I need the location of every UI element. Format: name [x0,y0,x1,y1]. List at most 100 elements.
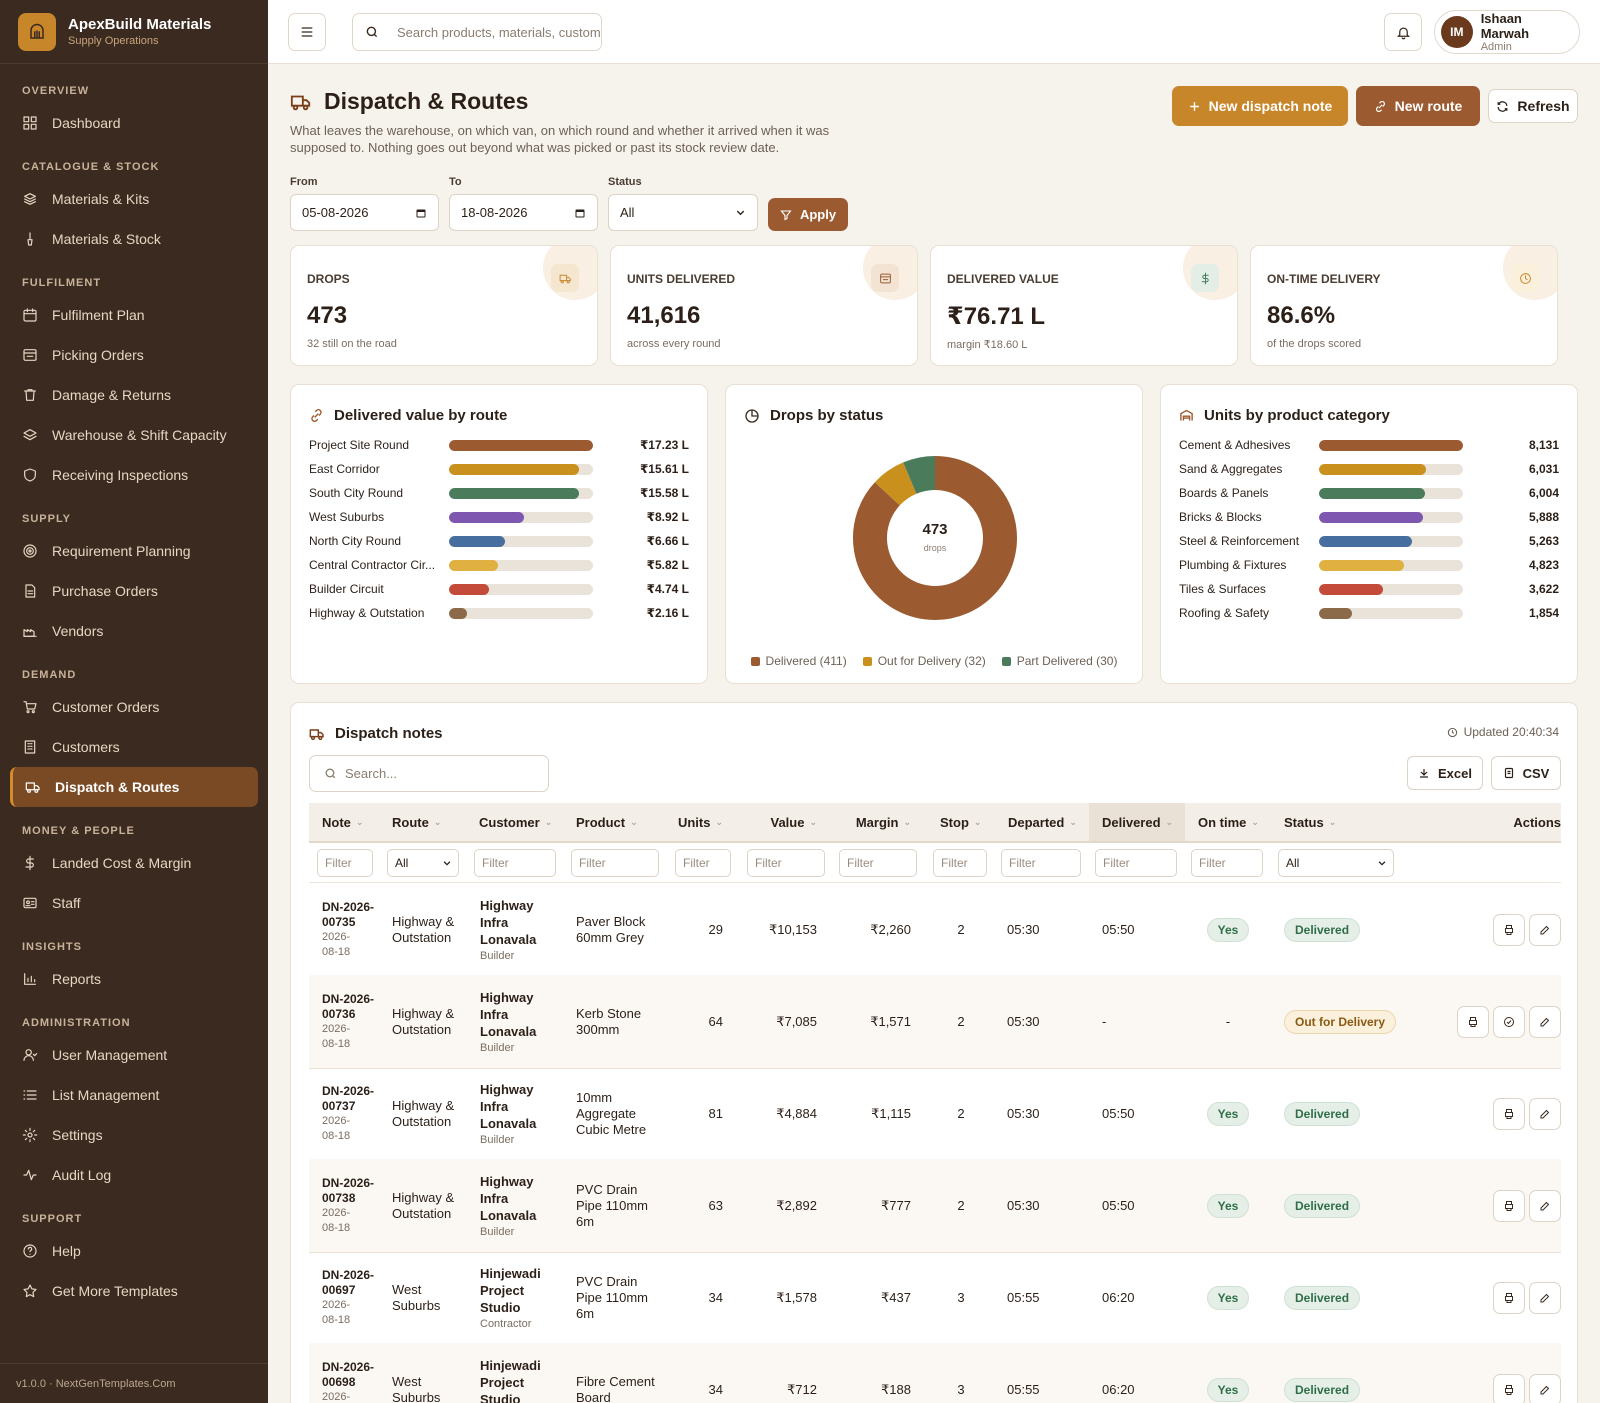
column-header-on-time[interactable]: On time ⌄ [1185,803,1271,841]
column-header-margin[interactable]: Margin ⌄ [833,803,927,841]
sidebar-item-user-management[interactable]: User Management [0,1035,258,1075]
building-icon [24,740,36,754]
edit-button[interactable] [1529,1098,1561,1130]
sidebar-item-audit-log[interactable]: Audit Log [0,1155,258,1195]
confirm-button[interactable] [1493,1006,1525,1038]
brand[interactable]: ApexBuild Materials Supply Operations [0,0,268,64]
sidebar-item-reports[interactable]: Reports [0,959,258,999]
sidebar-item-damage-returns[interactable]: Damage & Returns [0,375,258,415]
table-row[interactable]: DN-2026-006982026-08-18 West Suburbs Hinje… [309,1343,1561,1403]
global-search[interactable]: Search products, materials, customers [352,13,602,51]
column-header-note[interactable]: Note ⌄ [309,803,379,841]
sidebar-item-settings[interactable]: Settings [0,1115,258,1155]
sidebar-item-customer-orders[interactable]: Customer Orders [0,687,258,727]
sidebar-item-picking-orders[interactable]: Picking Orders [0,335,258,375]
print-button[interactable] [1493,1190,1525,1222]
print-button[interactable] [1493,1282,1525,1314]
apply-button[interactable]: Apply [768,198,848,231]
from-date-input[interactable]: 05-08-2026 [290,194,439,231]
sidebar-item-staff[interactable]: Staff [0,883,258,923]
edit-button[interactable] [1529,1006,1561,1038]
customer-name[interactable]: Highway Infra Lonavala [480,1173,552,1224]
edit-button[interactable] [1529,1190,1561,1222]
status-select[interactable]: All [608,194,758,231]
user-menu[interactable]: IM Ishaan Marwah Admin [1434,10,1580,54]
column-header-status[interactable]: Status ⌄ [1271,803,1421,841]
note-id[interactable]: DN-2026-00737 [322,1084,377,1114]
customer-name[interactable]: Highway Infra Lonavala [480,897,552,948]
bar-value: 5,263 [1528,534,1559,548]
sidebar-item-materials-kits[interactable]: Materials & Kits [0,179,258,219]
table-search-input[interactable]: Search... [309,755,549,792]
table-row[interactable]: DN-2026-00697 2026-08-18 West Suburbs Hinje… [309,1251,1561,1345]
edit-button[interactable] [1529,1374,1561,1403]
column-filter-select[interactable]: All [1278,849,1394,877]
print-button[interactable] [1493,1098,1525,1130]
calendar-icon[interactable] [415,207,427,219]
global-search-input[interactable]: Search products, materials, customers [397,25,601,40]
sidebar-item-customers[interactable]: Customers [0,727,258,767]
column-filter-input[interactable]: Filter [1191,849,1263,877]
sidebar-item-help[interactable]: Help [0,1231,258,1271]
refresh-button[interactable]: Refresh [1488,89,1578,123]
note-id[interactable]: DN-2026-00736 [322,992,377,1022]
new-route-button[interactable]: New route [1356,86,1480,126]
column-filter-select[interactable]: All [387,849,459,877]
column-filter-input[interactable]: Filter [571,849,659,877]
column-filter-input[interactable]: Filter [317,849,373,877]
export-csv-button[interactable]: CSV [1491,756,1561,790]
sidebar-item-dashboard[interactable]: Dashboard [0,103,258,143]
print-button[interactable] [1457,1006,1489,1038]
column-header-value[interactable]: Value ⌄ [739,803,833,841]
column-header-customer[interactable]: Customer ⌄ [466,803,562,841]
edit-button[interactable] [1529,914,1561,946]
notifications-button[interactable] [1384,13,1422,51]
column-header-product[interactable]: Product ⌄ [563,803,667,841]
column-filter-input[interactable]: Filter [675,849,731,877]
print-button[interactable] [1493,914,1525,946]
sidebar-item-vendors[interactable]: Vendors [0,611,258,651]
menu-toggle-button[interactable] [288,13,326,51]
table-row[interactable]: DN-2026-00736 2026-08-18 Highway & Outstat… [309,975,1561,1069]
table-row[interactable]: DN-2026-00737 2026-08-18 Highway & Outstat… [309,1067,1561,1161]
column-header-delivered[interactable]: Delivered ⌄ [1089,803,1185,841]
column-filter-input[interactable]: Filter [1001,849,1081,877]
sidebar-item-dispatch-routes[interactable]: Dispatch & Routes [10,767,258,807]
note-id[interactable]: DN-2026-00735 [322,900,377,930]
column-header-stop[interactable]: Stop ⌄ [927,803,995,841]
customer-name[interactable]: Highway Infra Lonavala [480,989,552,1040]
note-id[interactable]: DN-2026-00698 [322,1360,377,1390]
column-filter-input[interactable]: Filter [1095,849,1177,877]
sidebar-item-landed-cost-margin[interactable]: Landed Cost & Margin [0,843,258,883]
export-excel-button[interactable]: Excel [1407,756,1483,790]
column-filter-input[interactable]: Filter [747,849,825,877]
sidebar-item-purchase-orders[interactable]: Purchase Orders [0,571,258,611]
sidebar-item-list-management[interactable]: List Management [0,1075,258,1115]
customer-name[interactable]: Highway Infra Lonavala [480,1081,552,1132]
calendar-icon[interactable] [574,207,586,219]
note-id[interactable]: DN-2026-00697 [322,1268,377,1298]
customer-name[interactable]: Hinjewadi Project Studio [480,1357,552,1403]
sidebar-item-fulfilment-plan[interactable]: Fulfilment Plan [0,295,258,335]
column-header-route[interactable]: Route ⌄ [379,803,467,841]
to-date-input[interactable]: 18-08-2026 [449,194,598,231]
table-row[interactable]: DN-2026-00735 2026-08-18 Highway & Outstat… [309,883,1561,977]
new-dispatch-note-button[interactable]: New dispatch note [1172,86,1348,126]
column-header-units[interactable]: Units ⌄ [667,803,739,841]
sidebar-item-materials-stock[interactable]: Materials & Stock [0,219,258,259]
sidebar-item-get-more-templates[interactable]: Get More Templates [0,1271,258,1311]
sidebar-item-label: Materials & Kits [52,191,150,207]
column-header-actions[interactable]: Actions [1421,803,1561,841]
note-id[interactable]: DN-2026-00738 [322,1176,377,1206]
sidebar-item-requirement-planning[interactable]: Requirement Planning [0,531,258,571]
column-filter-input[interactable]: Filter [839,849,917,877]
column-filter-input[interactable]: Filter [474,849,556,877]
column-filter-input[interactable]: Filter [933,849,987,877]
customer-name[interactable]: Hinjewadi Project Studio [480,1265,552,1316]
edit-button[interactable] [1529,1282,1561,1314]
sidebar-item-receiving-inspections[interactable]: Receiving Inspections [0,455,258,495]
print-button[interactable] [1493,1374,1525,1403]
table-row[interactable]: DN-2026-00738 2026-08-18 Highway & Outstat… [309,1159,1561,1253]
sidebar-item-warehouse-shift-capacity[interactable]: Warehouse & Shift Capacity [0,415,258,455]
column-header-departed[interactable]: Departed ⌄ [995,803,1089,841]
